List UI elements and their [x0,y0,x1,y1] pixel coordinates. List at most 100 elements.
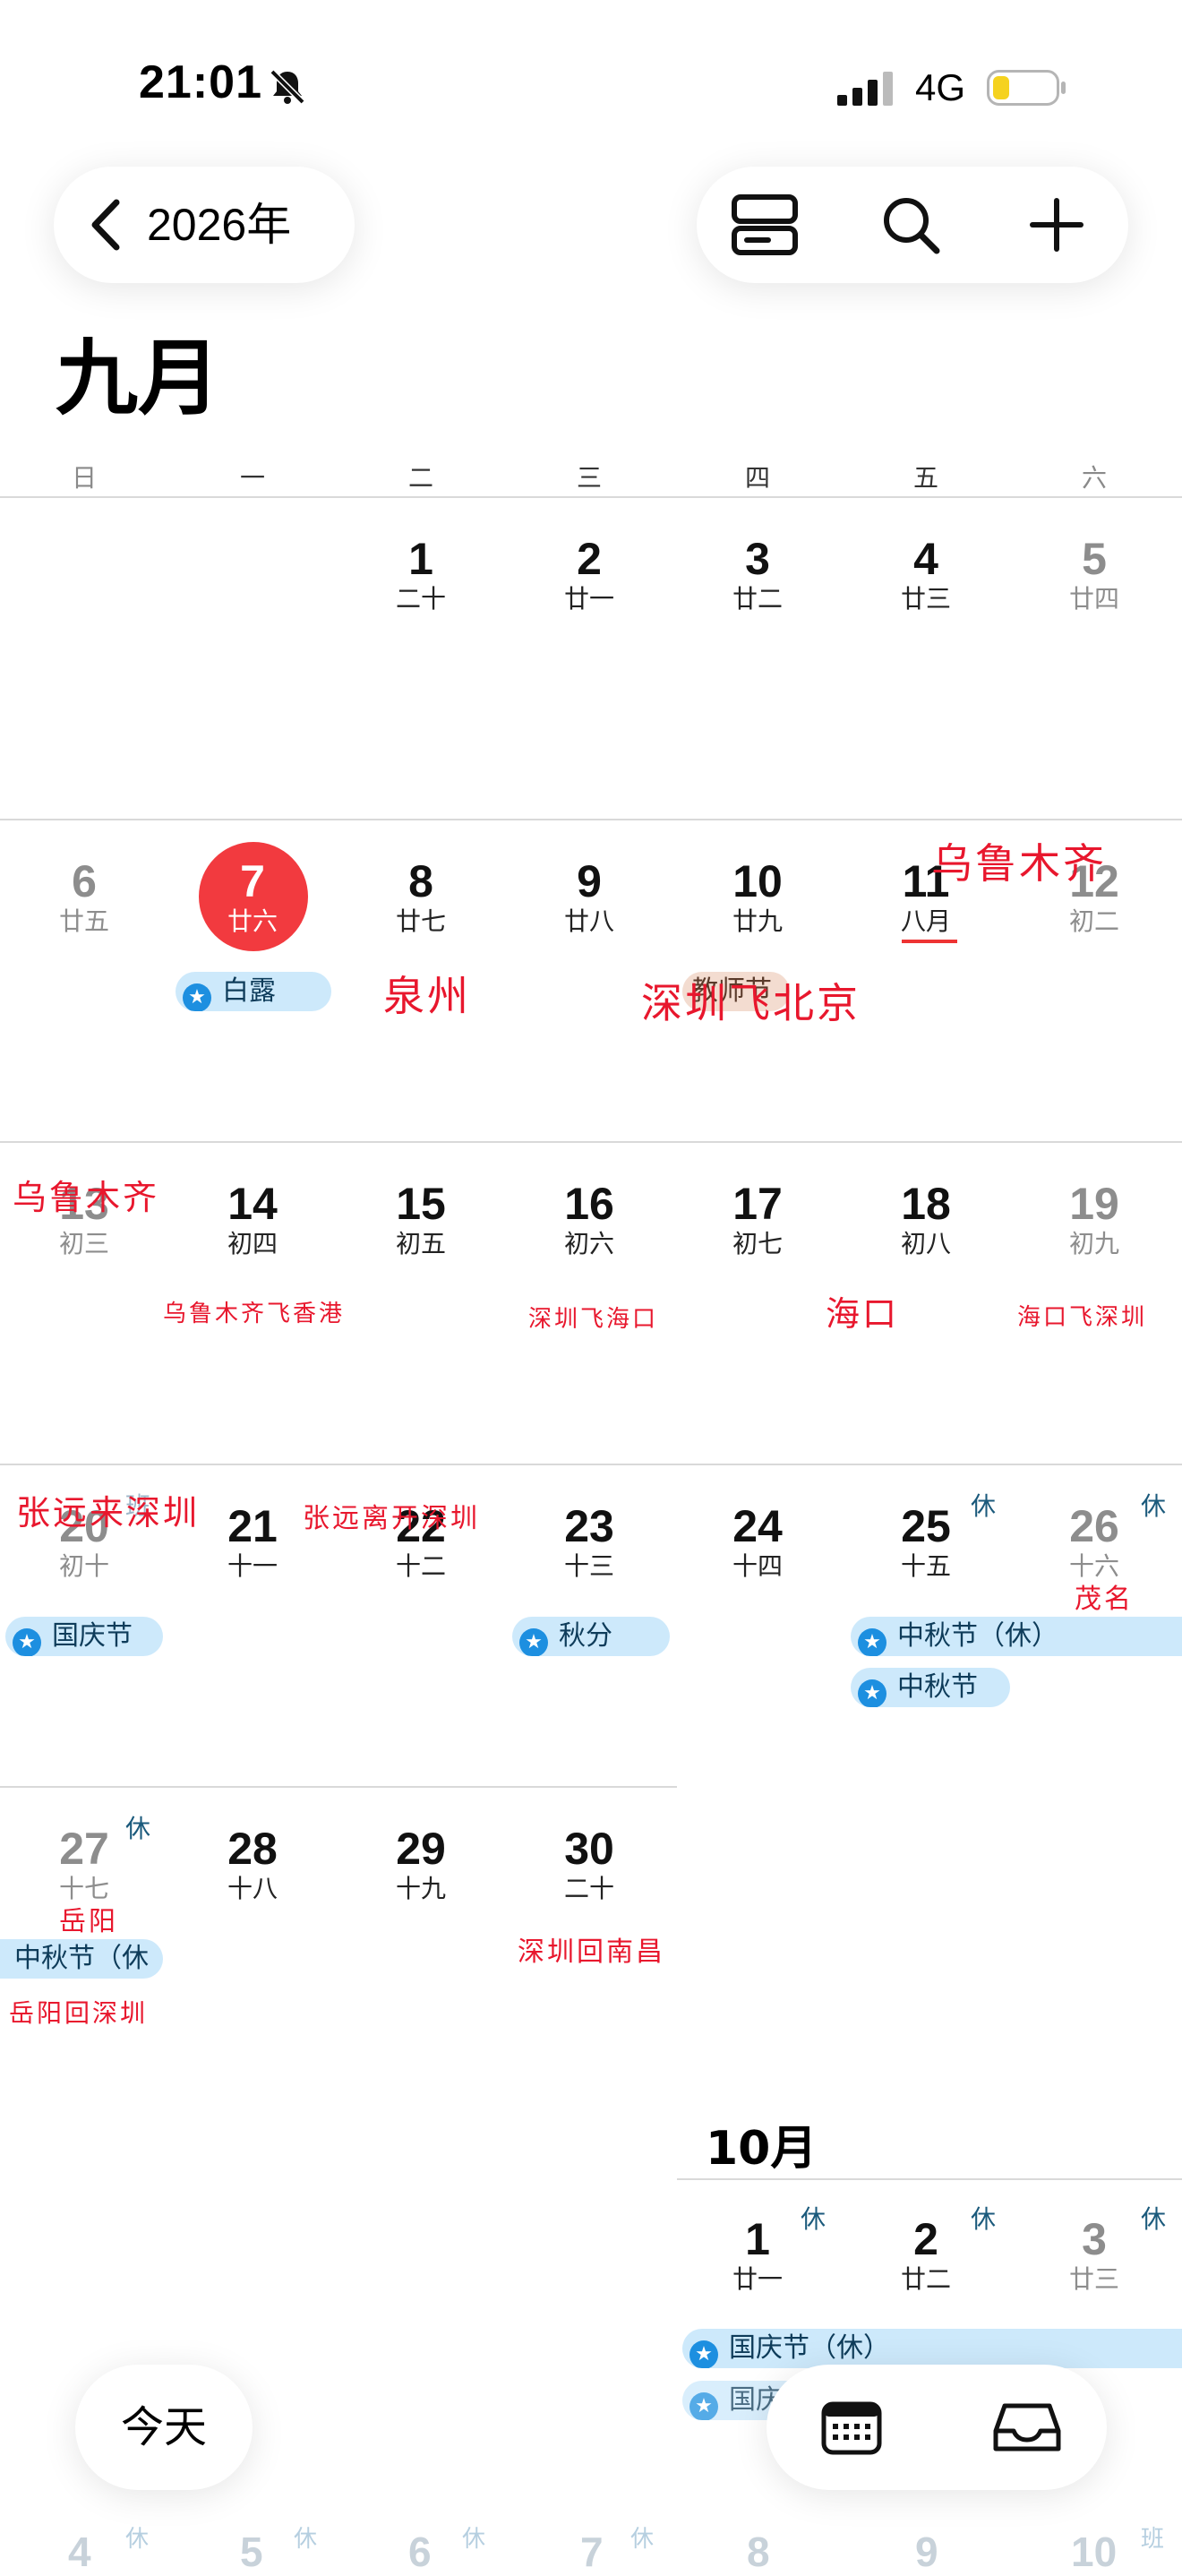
week-divider [0,1141,1182,1143]
lunar-date: 初六 [563,1229,614,1258]
day-cell[interactable]: 2 廿一 [505,534,673,614]
day-cell[interactable]: 15 初五 [337,1179,505,1259]
weekday-label: 二 [407,463,433,493]
month-title: 九月 [56,331,221,426]
battery-icon [987,70,1066,106]
day-number: 23 [564,1501,614,1551]
day-number: 3 [745,534,770,584]
day-number: 29 [396,1824,446,1874]
calendar-icon[interactable] [820,2399,883,2456]
day-cell[interactable]: 4 廿三 [842,534,1010,614]
day-cell[interactable]: 28 十八 [168,1824,337,1904]
bell-muted-icon [270,69,305,105]
day-cell[interactable]: 8 廿七 [337,856,505,937]
add-icon[interactable] [1021,192,1092,258]
today-button[interactable]: 今天 [75,2365,253,2490]
day-number: 19 [1069,1179,1119,1229]
star-icon: ★ [858,1628,886,1656]
day-cell[interactable]: 10 廿九 [673,856,842,937]
event-holiday[interactable]: ★ 秋分 [512,1617,670,1656]
lunar-date: 十八 [227,1874,278,1903]
week-divider [0,1786,677,1788]
day-cell[interactable]: 24 十四 [673,1501,842,1582]
day-cell[interactable]: 18 初八 [842,1179,1010,1259]
day-cell[interactable]: 17 初七 [673,1179,842,1259]
event-title: 中秋节 [897,1671,978,1703]
star-icon: ★ [690,2392,718,2420]
toolbar-actions [697,167,1128,283]
day-cell[interactable]: 3 廿二 [673,534,842,614]
day-cell[interactable]: 1 二十 [337,534,505,614]
day-cell[interactable]: 16 初六 [505,1179,673,1259]
lunar-date: 廿二 [900,2264,951,2294]
weekday-label: 六 [1081,463,1107,493]
event-holiday[interactable]: ★ 国庆节 [5,1617,163,1656]
lunar-date: 廿一 [732,2264,783,2294]
lunar-date: 初四 [227,1229,278,1258]
weekday-label: 五 [912,463,938,493]
lunar-date: 初五 [395,1229,446,1258]
lunar-date: 廿五 [58,906,109,936]
lunar-date: 廿一 [563,584,614,614]
handwritten-note: 乌鲁木齐飞香港 [163,1301,346,1327]
lunar-date: 十四 [732,1551,783,1581]
lunar-date: 初三 [58,1229,109,1258]
day-cell-today[interactable]: 7 廿六 [168,856,337,937]
day-number: 1 [408,534,433,584]
view-mode-icon[interactable] [729,192,801,258]
event-holiday[interactable]: ★ 中秋节（休） [851,1617,1182,1656]
lunar-date: 二十 [563,1874,614,1903]
day-cell[interactable]: 30 二十 [505,1824,673,1904]
event-holiday[interactable]: ★ 国庆节（休） [682,2329,1182,2368]
rest-day-badge: 休 [125,2526,150,2553]
day-cell[interactable]: 19 初九 [1010,1179,1178,1259]
day-cell[interactable]: 14 初四 [168,1179,337,1259]
week-divider [0,819,1182,820]
day-number: 6 [72,856,97,906]
day-cell[interactable]: 9 廿八 [505,856,673,937]
rest-day-badge: 休 [125,1814,151,1843]
handwritten-note: 岳阳 [59,1906,118,1937]
work-day-badge: 班 [1141,2526,1165,2553]
day-number: 18 [901,1179,951,1229]
lunar-date: 廿六 [227,906,278,936]
event-holiday[interactable]: ★ 中秋节 [851,1668,1010,1707]
event-holiday[interactable]: 中秋节（休 [0,1939,163,1979]
cellular-signal-icon [837,72,893,106]
day-cell[interactable]: 23 十三 [505,1501,673,1582]
day-number: 14 [227,1179,278,1229]
event-holiday[interactable]: ★ 白露 [176,972,331,1011]
day-number: 5 [1082,534,1107,584]
day-cell[interactable]: 6 廿五 [0,856,168,937]
day-number: 9 [577,856,602,906]
back-to-year-button[interactable]: 2026年 [54,167,355,283]
event-title: 国庆节（休） [729,2332,890,2364]
star-icon: ★ [858,1679,886,1707]
inbox-icon[interactable] [992,2399,1062,2456]
rest-day-badge: 休 [971,2204,997,2234]
day-number: 30 [564,1824,614,1874]
star-icon: ★ [183,983,211,1011]
year-label: 2026年 [147,200,292,250]
lunar-date: 二十 [395,584,446,614]
lunar-date: 八月 [900,906,951,936]
weekday-label: 日 [71,463,97,493]
lunar-date: 廿七 [395,906,446,936]
week-divider [0,1464,1182,1465]
day-cell[interactable]: 5 廿四 [1010,534,1178,614]
lunar-date: 廿八 [563,906,614,936]
day-number: 8 [408,856,433,906]
lunar-date: 初八 [900,1229,951,1258]
lunar-date: 十三 [563,1551,614,1581]
week-divider [677,2178,1182,2180]
handwritten-note: 泉州 [383,972,471,1020]
rest-day-badge: 休 [971,1491,997,1521]
handwritten-note: 海口 [826,1294,900,1334]
search-icon[interactable] [876,192,947,258]
day-number: 17 [732,1179,783,1229]
star-icon: ★ [13,1628,41,1656]
day-cell[interactable]: 29 十九 [337,1824,505,1904]
handwritten-note: 海口飞深圳 [1017,1304,1148,1331]
lunar-date: 初二 [1068,906,1119,936]
week-divider [0,496,1182,498]
